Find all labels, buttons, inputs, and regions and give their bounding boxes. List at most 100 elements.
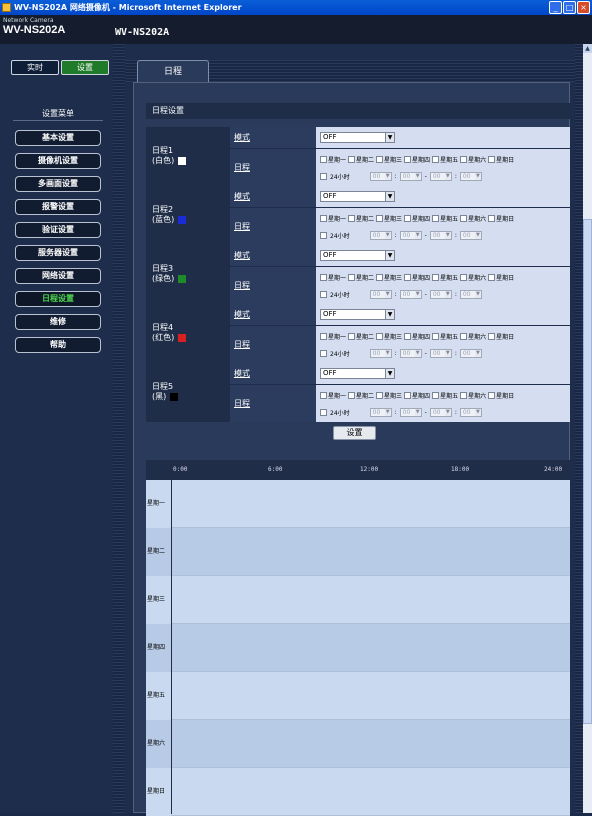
checkbox[interactable] [348,155,356,163]
day-checkbox-item[interactable]: 星期二 [348,272,374,282]
checkbox[interactable] [320,155,327,163]
checkbox[interactable] [320,391,327,399]
day-checkbox-item[interactable]: 星期五 [432,213,458,223]
end-minute-select[interactable]: 00 ▼ [459,230,482,240]
checkbox[interactable] [460,391,468,399]
day-checkbox-item[interactable]: 星期五 [432,331,458,341]
checkbox[interactable] [348,391,356,399]
day-checkbox-item[interactable]: 星期六 [460,272,486,282]
all-day-checkbox[interactable] [320,172,327,180]
end-hour-select[interactable]: 00 ▼ [429,407,452,417]
day-checkbox-item[interactable]: 星期日 [488,154,514,164]
checkbox[interactable] [432,155,440,163]
start-hour-select[interactable]: 00 ▼ [369,348,392,358]
day-checkbox-item[interactable]: 星期日 [488,213,514,223]
day-checkbox-item[interactable]: 星期六 [460,213,486,223]
schedule-label[interactable]: 日程 [230,208,316,245]
menu-alarm-setup[interactable]: 报警设置 [15,199,101,215]
day-checkbox-item[interactable]: 星期六 [460,154,486,164]
mode-label[interactable]: 模式 [230,245,316,267]
schedule-label[interactable]: 日程 [230,385,316,422]
checkbox[interactable] [404,155,412,163]
day-checkbox-item[interactable]: 星期二 [348,331,374,341]
checkbox[interactable] [320,214,327,222]
day-checkbox-item[interactable]: 星期五 [432,272,458,282]
checkbox[interactable] [404,391,412,399]
checkbox[interactable] [348,332,356,340]
day-checkbox-item[interactable]: 星期五 [432,154,458,164]
day-checkbox-item[interactable]: 星期一 [320,390,346,400]
day-checkbox-item[interactable]: 星期三 [376,390,402,400]
start-minute-select[interactable]: 00 ▼ [399,348,422,358]
day-checkbox-item[interactable]: 星期日 [488,390,514,400]
checkbox[interactable] [460,332,468,340]
checkbox[interactable] [488,332,496,340]
all-day-checkbox[interactable] [320,290,327,298]
checkbox[interactable] [404,332,412,340]
chevron-down-icon[interactable]: ▼ [385,133,394,142]
day-checkbox-item[interactable]: 星期日 [488,331,514,341]
chevron-down-icon[interactable]: ▼ [385,369,394,378]
mode-select[interactable]: OFF ▼ [320,132,395,143]
day-checkbox-item[interactable]: 星期三 [376,272,402,282]
checkbox[interactable] [432,391,440,399]
schedule-label[interactable]: 日程 [230,267,316,304]
day-checkbox-item[interactable]: 星期四 [404,154,430,164]
day-checkbox-item[interactable]: 星期一 [320,331,346,341]
end-minute-select[interactable]: 00 ▼ [459,171,482,181]
end-hour-select[interactable]: 00 ▼ [429,289,452,299]
vertical-scrollbar[interactable]: ▲ [583,44,592,813]
day-checkbox-item[interactable]: 星期一 [320,272,346,282]
checkbox[interactable] [432,332,440,340]
checkbox[interactable] [460,214,468,222]
end-minute-select[interactable]: 00 ▼ [459,407,482,417]
day-checkbox-item[interactable]: 星期四 [404,331,430,341]
tab-schedule[interactable]: 日程 [137,60,209,82]
help-button[interactable]: 帮助 [15,337,101,353]
checkbox[interactable] [376,332,384,340]
start-minute-select[interactable]: 00 ▼ [399,230,422,240]
chevron-down-icon[interactable]: ▼ [385,192,394,201]
menu-network-setup[interactable]: 网络设置 [15,268,101,284]
checkbox[interactable] [432,214,440,222]
checkbox[interactable] [488,273,496,281]
checkbox[interactable] [460,273,468,281]
day-checkbox-item[interactable]: 星期三 [376,213,402,223]
start-hour-select[interactable]: 00 ▼ [369,171,392,181]
maximize-button[interactable]: □ [563,1,576,14]
end-hour-select[interactable]: 00 ▼ [429,171,452,181]
day-checkbox-item[interactable]: 星期日 [488,272,514,282]
day-checkbox-item[interactable]: 星期五 [432,390,458,400]
checkbox[interactable] [320,273,327,281]
day-checkbox-item[interactable]: 星期一 [320,213,346,223]
checkbox[interactable] [376,391,384,399]
menu-schedule-setup[interactable]: 日程设置 [15,291,101,307]
start-hour-select[interactable]: 00 ▼ [369,230,392,240]
end-minute-select[interactable]: 00 ▼ [459,289,482,299]
checkbox[interactable] [404,214,412,222]
mode-select[interactable]: OFF ▼ [320,368,395,379]
checkbox[interactable] [432,273,440,281]
close-button[interactable]: × [577,1,590,14]
checkbox[interactable] [404,273,412,281]
mode-select[interactable]: OFF ▼ [320,191,395,202]
menu-server-setup[interactable]: 服务器设置 [15,245,101,261]
schedule-label[interactable]: 日程 [230,149,316,186]
end-hour-select[interactable]: 00 ▼ [429,230,452,240]
day-checkbox-item[interactable]: 星期三 [376,331,402,341]
all-day-checkbox[interactable] [320,349,327,357]
menu-multiscreen-setup[interactable]: 多画面设置 [15,176,101,192]
checkbox[interactable] [460,155,468,163]
menu-maintenance[interactable]: 维修 [15,314,101,330]
checkbox[interactable] [376,273,384,281]
mode-select[interactable]: OFF ▼ [320,309,395,320]
all-day-checkbox[interactable] [320,408,327,416]
day-checkbox-item[interactable]: 星期四 [404,213,430,223]
start-minute-select[interactable]: 00 ▼ [399,171,422,181]
chevron-down-icon[interactable]: ▼ [385,310,394,319]
minimize-button[interactable]: _ [549,1,562,14]
schedule-label[interactable]: 日程 [230,326,316,363]
menu-auth-setup[interactable]: 验证设置 [15,222,101,238]
start-minute-select[interactable]: 00 ▼ [399,289,422,299]
day-checkbox-item[interactable]: 星期六 [460,390,486,400]
